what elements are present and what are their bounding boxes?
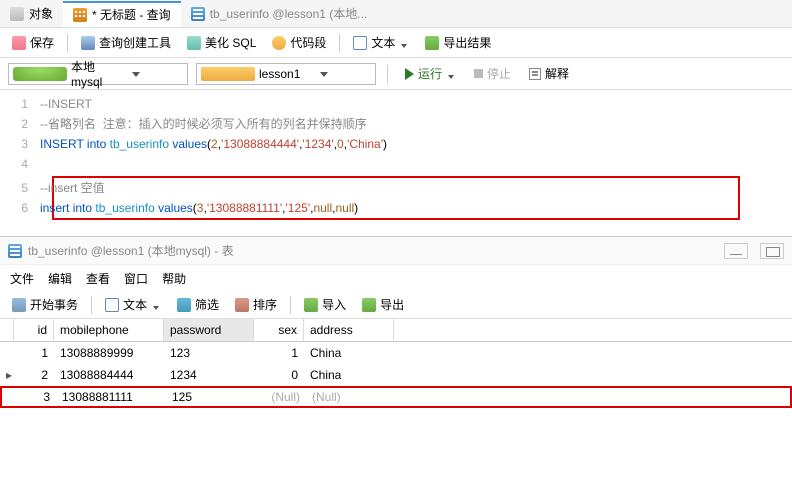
table-menubar: 文件 编辑 查看 窗口 帮助	[0, 265, 792, 291]
import-icon	[304, 298, 318, 312]
table-icon	[8, 244, 22, 258]
text-icon	[105, 298, 119, 312]
tab-bar: 对象 * 无标题 - 查询 tb_userinfo @lesson1 (本地..…	[0, 0, 792, 28]
table-header: id mobilephone password sex address	[0, 319, 792, 342]
objects-icon	[10, 7, 24, 21]
filter-icon	[177, 298, 191, 312]
text-icon	[353, 36, 367, 50]
tab-userinfo[interactable]: tb_userinfo @lesson1 (本地...	[181, 1, 378, 27]
transaction-icon	[12, 298, 26, 312]
maximize-button[interactable]	[760, 243, 784, 259]
save-icon	[12, 36, 26, 50]
chevron-down-icon	[153, 301, 161, 309]
chevron-down-icon	[129, 67, 183, 81]
sort-button[interactable]: 排序	[229, 293, 283, 316]
export-button[interactable]: 导出	[356, 293, 410, 316]
menu-help[interactable]: 帮助	[162, 270, 186, 287]
import-button[interactable]: 导入	[298, 293, 352, 316]
chevron-down-icon	[317, 67, 371, 81]
tool-icon	[81, 36, 95, 50]
export-result-button[interactable]: 导出结果	[419, 31, 497, 54]
schema-select[interactable]: lesson1	[196, 63, 376, 85]
main-toolbar: 保存 查询创建工具 美化 SQL 代码段 文本 导出结果	[0, 28, 792, 58]
sort-icon	[235, 298, 249, 312]
beautify-sql-button[interactable]: 美化 SQL	[181, 31, 262, 54]
sql-icon	[187, 36, 201, 50]
export-icon	[425, 36, 439, 50]
chevron-down-icon	[448, 70, 456, 78]
col-id[interactable]: id	[14, 319, 54, 341]
stop-icon	[474, 69, 483, 78]
run-button[interactable]: 运行	[399, 62, 462, 85]
separator	[339, 34, 340, 52]
tab-query[interactable]: * 无标题 - 查询	[63, 1, 181, 27]
connection-select[interactable]: 本地mysql	[8, 63, 188, 85]
code-snippet-button[interactable]: 代码段	[266, 31, 332, 54]
text-mode-button[interactable]: 文本	[99, 293, 167, 316]
tab-label: * 无标题 - 查询	[92, 6, 171, 23]
menu-edit[interactable]: 编辑	[48, 270, 72, 287]
database-icon	[13, 67, 67, 81]
text-button[interactable]: 文本	[347, 31, 415, 54]
code-icon	[272, 36, 286, 50]
table-icon	[191, 7, 205, 21]
window-controls	[724, 243, 784, 259]
table-row[interactable]: ▸ 2 13088884444 1234 0 China	[0, 364, 792, 386]
col-sex[interactable]: sex	[254, 319, 304, 341]
explain-icon	[529, 68, 541, 80]
menu-view[interactable]: 查看	[86, 270, 110, 287]
table-row[interactable]: 1 13088889999 123 1 China	[0, 342, 792, 364]
export-icon	[362, 298, 376, 312]
table-toolbar: 开始事务 文本 筛选 排序 导入 导出	[0, 291, 792, 319]
menu-file[interactable]: 文件	[10, 270, 34, 287]
tab-label: tb_userinfo @lesson1 (本地...	[210, 5, 368, 22]
separator	[290, 296, 291, 314]
filter-button[interactable]: 筛选	[171, 293, 225, 316]
sql-editor[interactable]: 1--INSERT 2--省略列名 注意：插入的时候必须写入所有的列名并保持顺序…	[0, 90, 792, 228]
table-row-highlighted[interactable]: 3 13088881111 125 (Null) (Null)	[0, 386, 792, 408]
table-window-title: tb_userinfo @lesson1 (本地mysql) - 表	[0, 237, 792, 265]
connection-bar: 本地mysql lesson1 运行 停止 解释	[0, 58, 792, 90]
minimize-button[interactable]	[724, 243, 748, 259]
run-bar: 运行 停止 解释	[399, 62, 575, 85]
play-icon	[405, 68, 414, 80]
separator	[67, 34, 68, 52]
chevron-down-icon	[401, 39, 409, 47]
schema-icon	[201, 67, 255, 81]
col-password[interactable]: password	[164, 319, 254, 341]
menu-window[interactable]: 窗口	[124, 270, 148, 287]
begin-transaction-button[interactable]: 开始事务	[6, 293, 84, 316]
query-builder-button[interactable]: 查询创建工具	[75, 31, 177, 54]
col-address[interactable]: address	[304, 319, 394, 341]
table-window: tb_userinfo @lesson1 (本地mysql) - 表 文件 编辑…	[0, 236, 792, 408]
explain-button[interactable]: 解释	[523, 62, 575, 85]
tab-label: 对象	[29, 5, 53, 22]
stop-button[interactable]: 停止	[468, 62, 517, 85]
save-button[interactable]: 保存	[6, 31, 60, 54]
tab-objects[interactable]: 对象	[0, 1, 63, 27]
separator	[387, 65, 388, 83]
separator	[91, 296, 92, 314]
highlight-box: 5--insert 空值 6insert into tb_userinfo va…	[52, 176, 740, 220]
col-mobilephone[interactable]: mobilephone	[54, 319, 164, 341]
query-icon	[73, 8, 87, 22]
